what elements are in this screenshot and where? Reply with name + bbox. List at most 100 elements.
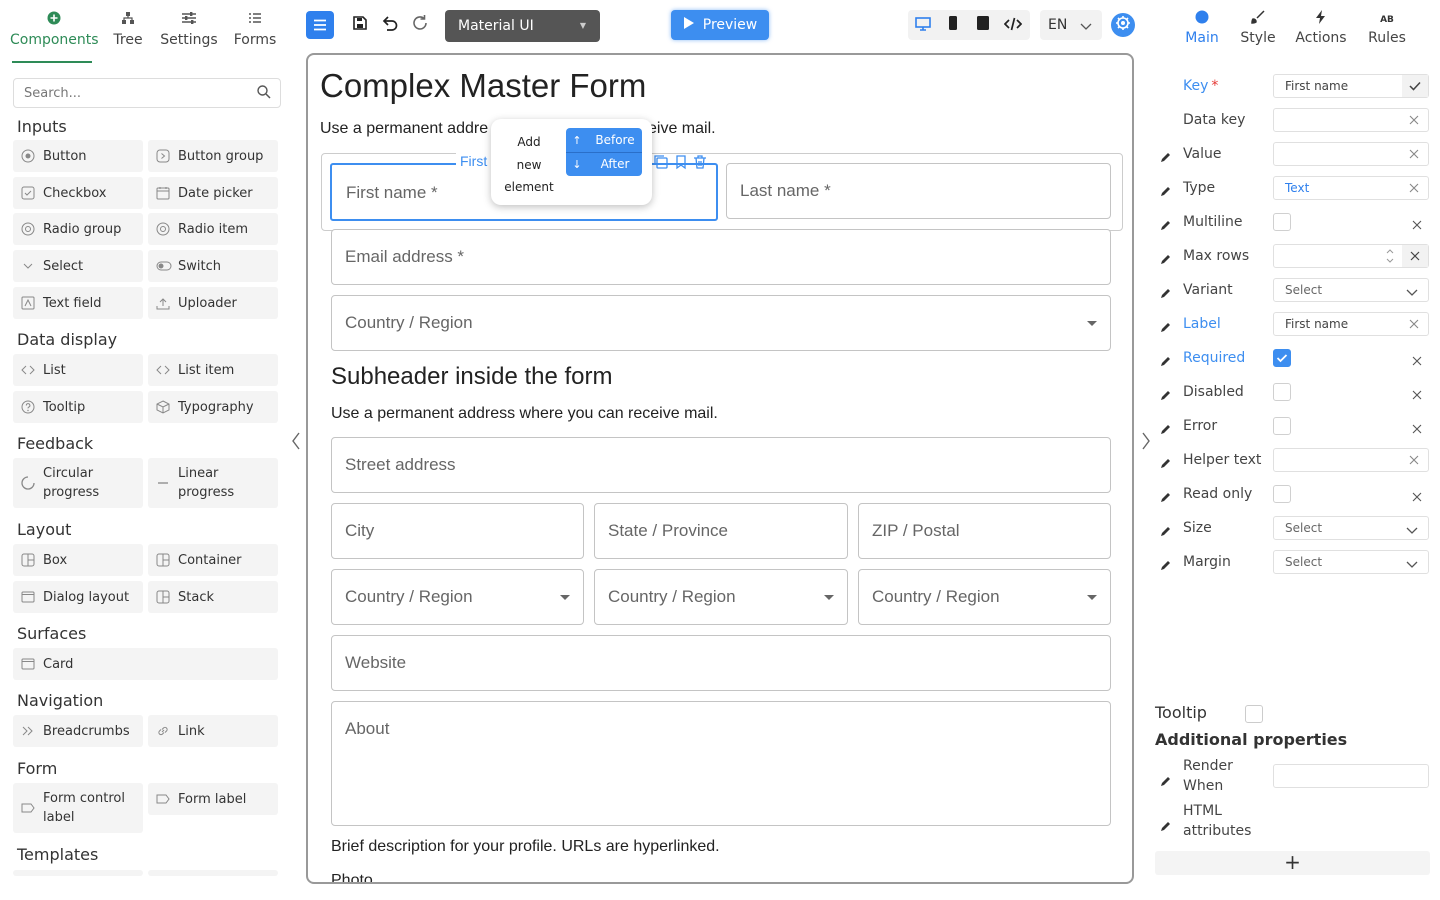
pen-icon[interactable] — [1160, 454, 1172, 468]
max-rows-input[interactable] — [1273, 244, 1429, 268]
check-icon[interactable] — [1402, 75, 1428, 97]
component-tooltip[interactable]: Tooltip — [13, 391, 143, 423]
add-before-button[interactable]: ↑ Before — [566, 128, 642, 152]
component-typography[interactable]: Typography — [148, 391, 278, 423]
search-icon[interactable] — [256, 84, 272, 100]
close-icon[interactable] — [1408, 318, 1420, 330]
tooltip-checkbox[interactable] — [1245, 705, 1263, 723]
pen-icon[interactable] — [1160, 250, 1172, 264]
pen-icon[interactable] — [1160, 386, 1172, 400]
city-field[interactable]: City — [331, 503, 584, 559]
form-subheader[interactable]: Subheader inside the form — [331, 363, 613, 391]
component-form-control-label[interactable]: Form control label — [13, 783, 143, 833]
component-link[interactable]: Link — [148, 715, 278, 747]
component-list-item[interactable]: List item — [148, 354, 278, 386]
form-intro-text-right[interactable]: eive mail. — [648, 120, 716, 138]
pen-icon[interactable] — [1160, 284, 1172, 298]
component-box[interactable]: Box — [13, 544, 143, 576]
close-icon[interactable] — [1411, 352, 1423, 366]
desktop-view-button[interactable] — [912, 14, 934, 36]
add-after-button[interactable]: ↓ After — [566, 152, 642, 176]
tab-components[interactable]: Components — [10, 10, 99, 62]
pen-icon[interactable] — [1160, 772, 1172, 786]
component-select[interactable]: Select — [13, 250, 143, 282]
margin-select[interactable]: Select — [1273, 550, 1429, 574]
website-field[interactable]: Website — [331, 635, 1111, 691]
required-checkbox[interactable] — [1273, 349, 1291, 367]
component-circular-progress[interactable]: Circular progress — [13, 458, 143, 508]
about-helper-text[interactable]: Brief description for your profile. URLs… — [331, 838, 720, 856]
search-input[interactable] — [13, 78, 281, 108]
size-select[interactable]: Select — [1273, 516, 1429, 540]
country-select-b[interactable]: Country / Region — [594, 569, 848, 625]
component-container[interactable]: Container — [148, 544, 278, 576]
pen-icon[interactable] — [1160, 522, 1172, 536]
pen-icon[interactable] — [1160, 817, 1172, 831]
component-card[interactable]: Card — [13, 648, 278, 680]
multiline-checkbox[interactable] — [1273, 213, 1291, 231]
copy-icon[interactable] — [653, 154, 669, 170]
helper-text-input[interactable] — [1273, 448, 1429, 472]
tab-rules[interactable]: AB Rules — [1366, 10, 1408, 50]
close-icon[interactable] — [1411, 216, 1423, 230]
add-property-button[interactable]: + — [1155, 851, 1430, 875]
about-textarea[interactable]: About — [331, 701, 1111, 826]
component-template[interactable] — [13, 870, 143, 876]
component-text-field[interactable]: Text field — [13, 287, 143, 319]
theme-select[interactable]: Material UI ▼ — [445, 10, 600, 42]
preview-button[interactable]: Preview — [671, 10, 769, 40]
component-dialog-layout[interactable]: Dialog layout — [13, 581, 143, 613]
photo-label[interactable]: Photo — [331, 872, 373, 882]
last-name-field[interactable]: Last name * — [726, 163, 1111, 219]
component-list[interactable]: List — [13, 354, 143, 386]
disabled-checkbox[interactable] — [1273, 383, 1291, 401]
component-switch[interactable]: Switch — [148, 250, 278, 282]
pen-icon[interactable] — [1160, 148, 1172, 162]
key-input[interactable]: First name — [1273, 74, 1429, 98]
component-breadcrumbs[interactable]: Breadcrumbs — [13, 715, 143, 747]
label-input[interactable]: First name — [1273, 312, 1429, 336]
pen-icon[interactable] — [1160, 352, 1172, 366]
collapse-right-button[interactable] — [1139, 432, 1153, 454]
read-only-checkbox[interactable] — [1273, 485, 1291, 503]
form-title[interactable]: Complex Master Form — [320, 67, 646, 105]
mobile-view-button[interactable] — [942, 14, 964, 36]
component-radio-group[interactable]: Radio group — [13, 213, 143, 245]
render-when-input[interactable] — [1273, 764, 1429, 788]
close-icon[interactable] — [1408, 182, 1420, 194]
pen-icon[interactable] — [1160, 556, 1172, 570]
form-intro-text-left[interactable]: Use a permanent addre — [320, 120, 488, 138]
redo-button[interactable] — [407, 12, 433, 38]
variant-select[interactable]: Select — [1273, 278, 1429, 302]
country-select-a[interactable]: Country / Region — [331, 569, 584, 625]
component-button[interactable]: Button — [13, 140, 143, 172]
tab-main[interactable]: Main — [1180, 10, 1224, 50]
value-input[interactable] — [1273, 142, 1429, 166]
close-icon[interactable] — [1411, 420, 1423, 434]
close-icon[interactable] — [1408, 148, 1420, 160]
trash-icon[interactable] — [692, 154, 708, 170]
error-checkbox[interactable] — [1273, 417, 1291, 435]
component-form-label[interactable]: Form label — [148, 783, 278, 815]
component-stack[interactable]: Stack — [148, 581, 278, 613]
tab-tree[interactable]: Tree — [108, 10, 148, 62]
component-date-picker[interactable]: Date picker — [148, 177, 278, 209]
component-uploader[interactable]: Uploader — [148, 287, 278, 319]
save-button[interactable] — [347, 12, 373, 38]
language-select[interactable]: EN — [1040, 10, 1102, 40]
bookmark-icon[interactable] — [673, 154, 689, 170]
state-field[interactable]: State / Province — [594, 503, 848, 559]
form-subheader-text[interactable]: Use a permanent address where you can re… — [331, 405, 718, 423]
type-input[interactable]: Text — [1273, 176, 1429, 200]
street-address-field[interactable]: Street address — [331, 437, 1111, 493]
pen-icon[interactable] — [1160, 488, 1172, 502]
zip-field[interactable]: ZIP / Postal — [858, 503, 1111, 559]
close-icon[interactable] — [1411, 488, 1423, 502]
close-icon[interactable] — [1402, 245, 1428, 267]
tablet-view-button[interactable] — [972, 14, 994, 36]
tab-forms[interactable]: Forms — [230, 10, 280, 62]
country-select-c[interactable]: Country / Region — [858, 569, 1111, 625]
close-icon[interactable] — [1411, 386, 1423, 400]
country-select[interactable]: Country / Region — [331, 295, 1111, 351]
component-radio-item[interactable]: Radio item — [148, 213, 278, 245]
